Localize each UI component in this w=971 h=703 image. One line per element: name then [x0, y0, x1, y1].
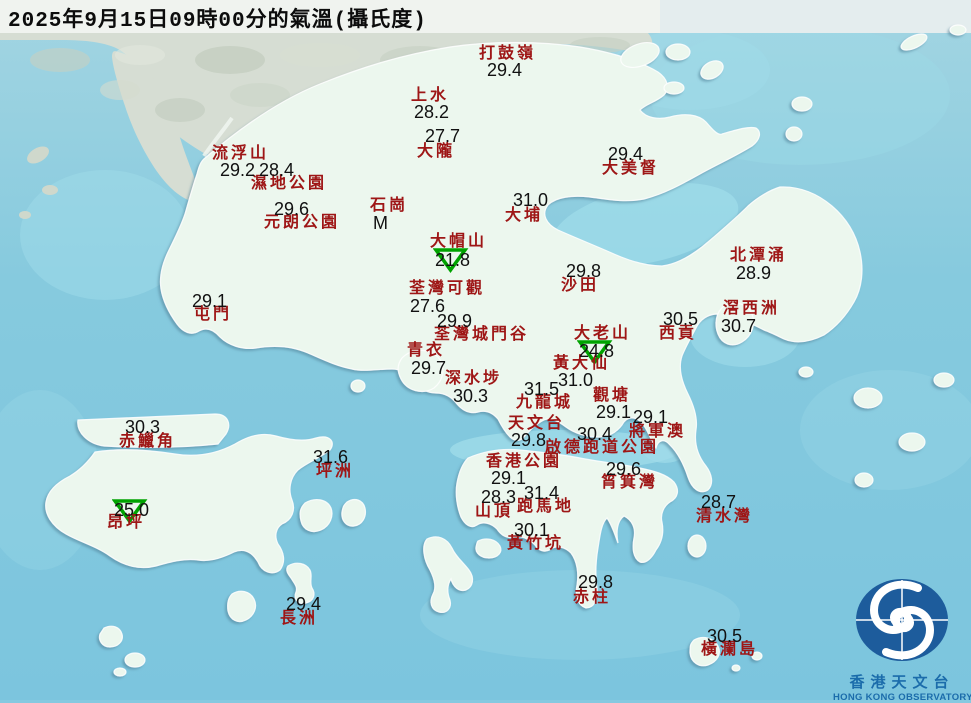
station-temperature: 29.6 [606, 460, 641, 478]
station-temperature: 29.1 [596, 403, 631, 421]
temperature-map: 2025年9月15日09時00分的氣溫(攝氏度) 打鼓嶺29.4上水28.2大隴… [0, 0, 971, 700]
station-temperature: 21.8 [435, 251, 470, 269]
station-temperature: 29.8 [566, 262, 601, 280]
station-name: 大老山 [574, 325, 631, 341]
station-temperature: 30.3 [453, 387, 488, 405]
station-temperature: 29.9 [437, 312, 472, 330]
station-temperature: 30.3 [125, 418, 160, 436]
station-temperature: 28.9 [736, 264, 771, 282]
station-temperature: 30.1 [514, 521, 549, 539]
station-temperature: 31.0 [513, 191, 548, 209]
station-temperature: 30.5 [707, 627, 742, 645]
station-temperature: 28.4 [259, 161, 294, 179]
station-temperature: 29.4 [286, 595, 321, 613]
station-temperature: 28.3 [481, 488, 516, 506]
station-temperature: 31.0 [558, 371, 593, 389]
station-name: 香港公園 [486, 453, 562, 469]
station-temperature: M [373, 214, 388, 232]
station-name: 北潭涌 [730, 247, 787, 263]
station-temperature: 29.6 [274, 200, 309, 218]
page-title: 2025年9月15日09時00分的氣溫(攝氏度) [8, 3, 427, 33]
station-name: 大帽山 [430, 233, 487, 249]
station-name: 石崗 [370, 197, 408, 213]
station-temperature: 30.4 [577, 425, 612, 443]
station-temperature: 29.8 [578, 573, 613, 591]
station-temperature: 28.2 [414, 103, 449, 121]
station-temperature: 29.1 [491, 469, 526, 487]
station-temperature: 29.8 [511, 431, 546, 449]
station-temperature: 30.7 [721, 317, 756, 335]
hko-logo: 香港天文台 HONG KONG OBSERVATORY [833, 576, 971, 703]
station-name: 流浮山 [212, 145, 269, 161]
station-name: 深水埗 [445, 370, 502, 386]
station-name: 天文台 [508, 415, 565, 431]
station-temperature: 31.5 [524, 380, 559, 398]
station-temperature: 24.8 [579, 342, 614, 360]
hong-kong-basemap [0, 0, 971, 700]
station-temperature: 31.4 [524, 484, 559, 502]
station-temperature: 28.7 [701, 493, 736, 511]
hko-logo-icon [850, 576, 954, 664]
station-temperature: 29.7 [411, 359, 446, 377]
station-temperature: 27.7 [425, 127, 460, 145]
station-temperature: 30.5 [663, 310, 698, 328]
station-name: 滘西洲 [723, 300, 780, 316]
station-name: 荃灣可觀 [409, 280, 485, 296]
station-name: 打鼓嶺 [479, 45, 536, 61]
station-temperature: 31.6 [313, 448, 348, 466]
station-temperature: 29.2 [220, 161, 255, 179]
station-name: 上水 [411, 87, 449, 103]
station-temperature: 29.1 [633, 408, 668, 426]
hko-logo-name-english: HONG KONG OBSERVATORY [833, 692, 971, 703]
station-name: 青衣 [407, 342, 445, 358]
station-name: 觀塘 [593, 387, 631, 403]
hko-logo-name-chinese: 香港天文台 [833, 671, 971, 692]
station-temperature: 29.4 [487, 61, 522, 79]
station-temperature: 29.4 [608, 145, 643, 163]
station-temperature: 29.1 [192, 292, 227, 310]
station-temperature: 25.0 [114, 501, 149, 519]
